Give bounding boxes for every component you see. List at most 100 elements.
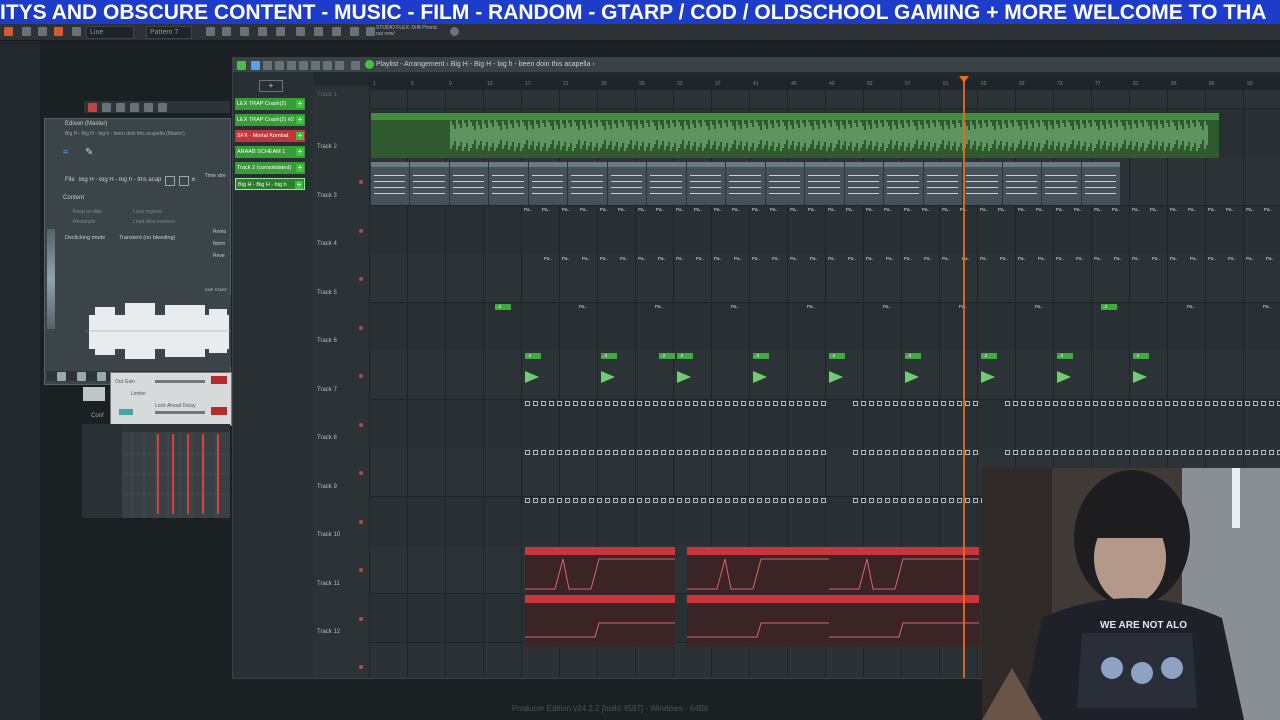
track-label[interactable]: Track 9 [317,484,337,490]
pattern-clip[interactable] [1045,449,1050,455]
audio-clip[interactable]: ↤ Big H - Big H - big h - been doin this… [371,113,1219,158]
pattern-clip[interactable] [925,401,930,406]
pattern-clip[interactable] [957,449,962,455]
add-icon[interactable]: + [295,181,303,189]
pattern-clip[interactable] [1085,449,1090,455]
track-mute-dot[interactable] [359,228,363,233]
pattern-clip[interactable] [893,498,898,503]
pattern-clip[interactable] [557,498,562,503]
pattern-clip[interactable]: Pa.. [942,207,956,213]
pattern-clip[interactable] [749,498,754,503]
pattern-clip[interactable] [909,449,914,455]
pattern-clip[interactable]: Pa.. [1226,207,1240,213]
pattern-clip[interactable] [949,401,954,406]
pattern-clip[interactable] [973,498,978,503]
pattern-clip[interactable] [1133,401,1138,406]
pattern-clip[interactable] [909,401,914,406]
pattern-clip[interactable]: Pattern 1 [568,161,607,205]
pattern-clip[interactable] [549,449,554,455]
pattern-clip[interactable] [1229,449,1234,455]
pattern-clip[interactable] [1173,401,1178,406]
add-icon[interactable]: + [296,132,304,140]
pattern-clip[interactable] [813,449,818,455]
pattern-clip[interactable] [733,401,738,406]
arrangement-icon[interactable] [365,60,374,69]
pattern-clip[interactable] [525,449,530,455]
pattern-clip[interactable]: Pa.. [807,304,821,310]
pattern-clip[interactable] [725,498,730,503]
pattern-clip[interactable] [901,449,906,455]
pattern-clip[interactable] [589,498,594,503]
pattern-clip[interactable] [1205,449,1210,455]
pattern-clip[interactable] [821,401,826,406]
mute-icon[interactable] [287,61,296,70]
pattern-clip[interactable] [693,401,698,406]
pattern-clip[interactable]: Pa.. [579,304,593,310]
track-label[interactable]: Track 6 [317,338,337,344]
pattern-item[interactable]: ARAAB SCHEAM 1 + [235,146,305,158]
pattern-clip[interactable]: Pa.. [866,207,880,213]
pattern-clip[interactable] [853,498,858,503]
pattern-clip[interactable] [557,401,562,406]
pattern-clip[interactable]: Pattern 7 [371,161,410,205]
pattern-clip[interactable]: Pa.. [942,256,956,262]
pattern-clip[interactable] [1053,401,1058,406]
pattern-clip[interactable]: Pa.. [959,304,973,310]
track-label[interactable]: Track 2 [317,144,337,150]
pattern-clip[interactable] [1237,401,1242,406]
zoom-icon[interactable] [144,103,153,112]
green-pattern-clip[interactable]: ...2 [525,352,541,359]
pattern-clip[interactable]: Pa.. [600,256,614,262]
pattern-clip[interactable] [869,449,874,455]
pattern-item[interactable]: Big H - Big H - big h + [235,178,305,190]
pattern-clip[interactable]: Pat..n 7 [489,161,528,205]
pattern-clip[interactable] [549,498,554,503]
pattern-clip[interactable] [653,401,658,406]
pattern-clip[interactable] [717,401,722,406]
pattern-clip[interactable]: Pa.. [1038,256,1052,262]
pattern-clip[interactable] [1205,401,1210,406]
pattern-clip[interactable]: Pa.. [1246,207,1260,213]
pattern-clip[interactable] [637,401,642,406]
pattern-clip[interactable] [877,498,882,503]
paint-icon[interactable] [263,61,272,70]
pattern-clip[interactable] [877,449,882,455]
pattern-clip[interactable] [1021,401,1026,406]
pattern-clip[interactable] [525,498,530,503]
pattern-clip[interactable]: Pa.. [904,256,918,262]
pattern-clip[interactable] [925,449,930,455]
pattern-clip[interactable] [573,449,578,455]
pattern-clip[interactable] [1245,449,1250,455]
pattern-clip[interactable] [933,401,938,406]
pattern-clip[interactable] [957,498,962,503]
slice-icon[interactable] [299,61,308,70]
pattern-clip[interactable] [1125,401,1130,406]
export-icon[interactable] [332,27,341,36]
pattern-clip[interactable] [573,401,578,406]
pattern-clip[interactable]: Pa.. [980,256,994,262]
pattern-clip[interactable] [773,401,778,406]
pattern-clip[interactable] [1021,449,1026,455]
pattern-clip[interactable] [1213,449,1218,455]
select-icon[interactable] [311,61,320,70]
pattern-clip[interactable]: Pa.. [1170,207,1184,213]
pattern-clip[interactable] [533,498,538,503]
pattern-clip[interactable] [1109,449,1114,455]
audio-hit-icon[interactable] [1057,370,1071,383]
pattern-clip[interactable] [629,498,634,503]
pattern-clip[interactable] [701,401,706,406]
pattern-clip[interactable] [773,498,778,503]
pattern-clip[interactable]: Pa.. [790,207,804,213]
pattern-clip[interactable] [1093,401,1098,406]
pattern-clip[interactable] [605,498,610,503]
pattern-clip[interactable] [901,498,906,503]
pattern-clip[interactable] [645,401,650,406]
pattern-clip[interactable] [1029,401,1034,406]
pattern-clip[interactable] [597,401,602,406]
track-label[interactable]: Track 11 [317,581,340,587]
green-pattern-clip[interactable]: ...2 [753,352,769,359]
pattern-clip[interactable] [709,449,714,455]
pattern-clip[interactable] [901,401,906,406]
pattern-clip[interactable] [685,498,690,503]
track-mute-dot[interactable] [359,519,363,524]
